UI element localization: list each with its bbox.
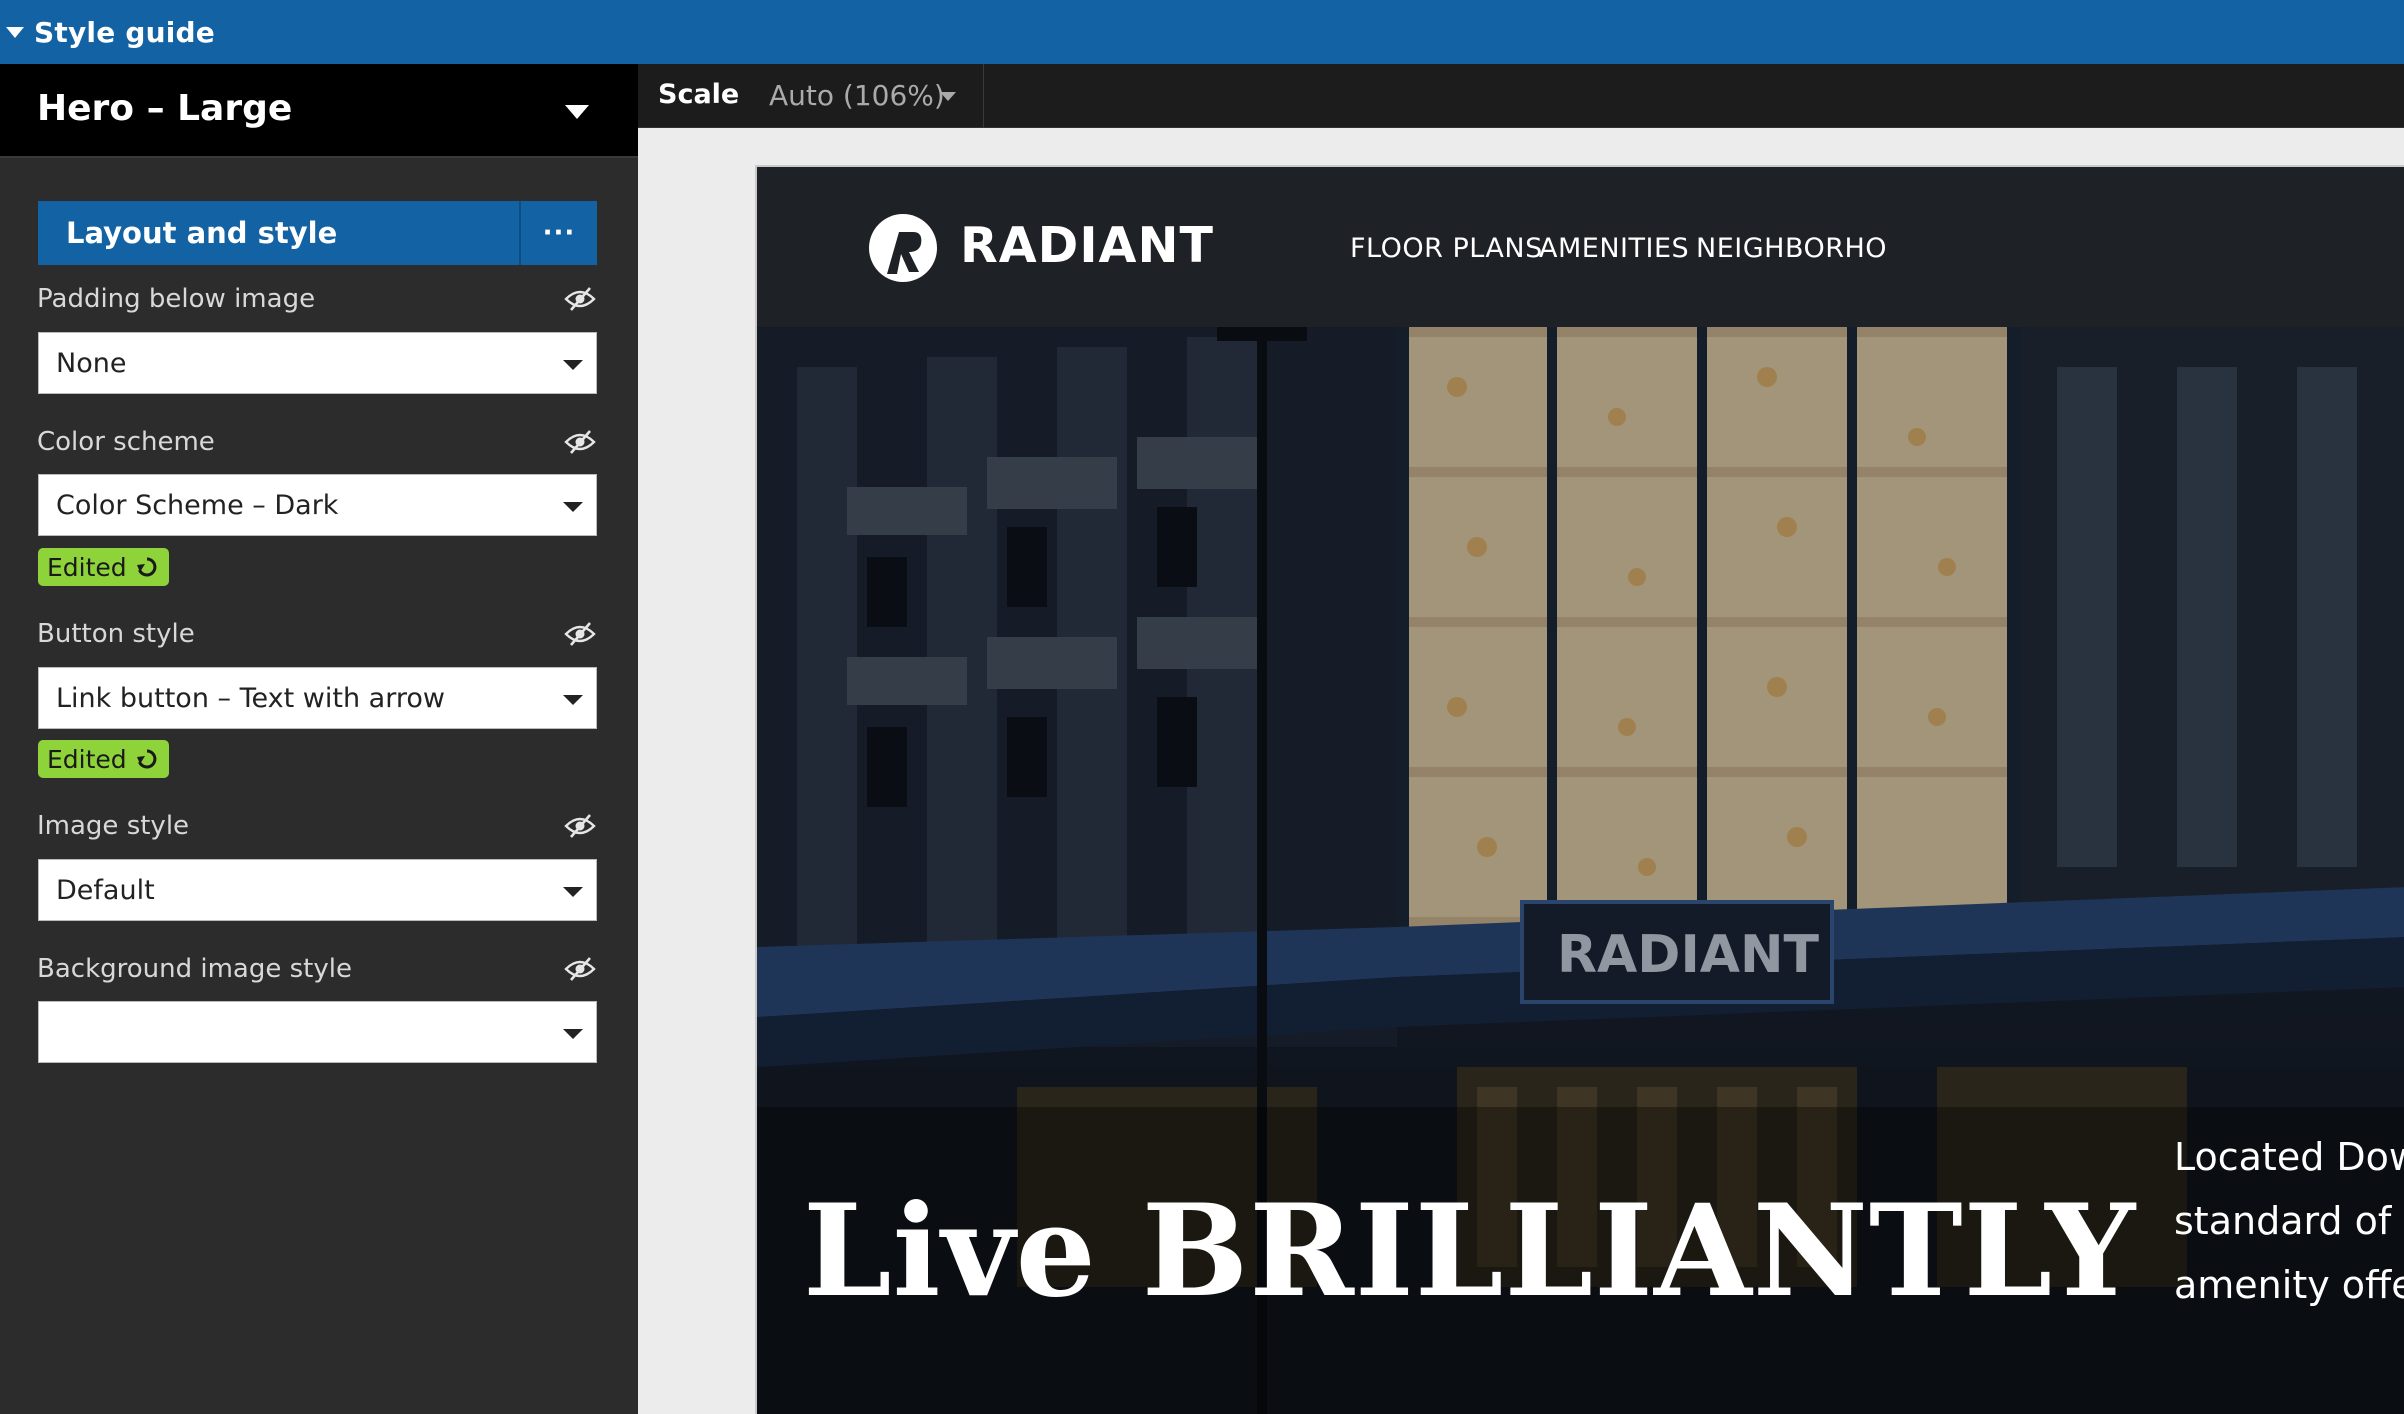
image-style-select[interactable]: Default bbox=[38, 859, 597, 921]
section-label: Layout and style bbox=[66, 216, 338, 250]
visibility-off-icon[interactable] bbox=[564, 956, 596, 982]
visibility-off-icon[interactable] bbox=[564, 813, 596, 839]
edited-badge[interactable]: Edited bbox=[38, 548, 169, 586]
background-image-style-label: Background image style bbox=[37, 954, 352, 984]
toolbar-divider bbox=[983, 64, 984, 128]
hero-description-line: amenity offe bbox=[2174, 1263, 2404, 1307]
padding-select[interactable]: None bbox=[38, 332, 597, 394]
scale-select[interactable]: Auto (106%) bbox=[769, 79, 945, 112]
hero-description-line: Located Dow bbox=[2174, 1135, 2404, 1179]
button-style-select[interactable]: Link button – Text with arrow bbox=[38, 667, 597, 729]
hero-title: Live BRILLIANTLY bbox=[803, 1177, 2137, 1325]
reset-icon[interactable] bbox=[135, 747, 159, 771]
layout-style-tab[interactable]: Layout and style ··· bbox=[38, 201, 597, 265]
visibility-off-icon[interactable] bbox=[564, 429, 596, 455]
color-scheme-value: Color Scheme – Dark bbox=[56, 490, 339, 521]
caret-down-icon bbox=[563, 502, 583, 512]
nav-amenities[interactable]: AMENITIES bbox=[1539, 233, 1689, 264]
caret-down-icon bbox=[563, 360, 583, 370]
settings-sidebar: Hero – Large Layout and style ··· Paddin… bbox=[0, 64, 638, 1414]
padding-value: None bbox=[56, 348, 127, 379]
app-title: Style guide bbox=[34, 15, 215, 49]
edited-label: Edited bbox=[47, 552, 127, 582]
nav-floor-plans[interactable]: FLOOR PLANS bbox=[1350, 233, 1543, 264]
visibility-off-icon[interactable] bbox=[564, 286, 596, 312]
edited-badge[interactable]: Edited bbox=[38, 740, 169, 778]
component-selector[interactable]: Hero – Large bbox=[0, 64, 638, 158]
preview-canvas: RADIANT FLOOR PLANS AMENITIES NEIGHBORHO bbox=[638, 128, 2404, 1414]
nav-neighborhood[interactable]: NEIGHBORHO bbox=[1696, 233, 1887, 264]
hero-section: RADIANT Live BRILLIANTLY Located Dow sta… bbox=[757, 327, 2404, 1414]
site-logo-text[interactable]: RADIANT bbox=[960, 217, 1214, 274]
style-guide-bar[interactable]: Style guide bbox=[0, 0, 2404, 64]
reset-icon[interactable] bbox=[135, 555, 159, 579]
visibility-off-icon[interactable] bbox=[564, 621, 596, 647]
scale-label: Scale bbox=[658, 79, 740, 110]
hero-description-line: standard of a bbox=[2174, 1199, 2404, 1243]
color-scheme-label: Color scheme bbox=[37, 427, 215, 457]
image-style-label: Image style bbox=[37, 811, 190, 841]
preview-frame: RADIANT FLOOR PLANS AMENITIES NEIGHBORHO bbox=[755, 165, 2404, 1414]
more-options-button[interactable]: ··· bbox=[521, 201, 597, 265]
caret-down-icon bbox=[563, 887, 583, 897]
image-style-value: Default bbox=[56, 875, 155, 906]
padding-label: Padding below image bbox=[37, 284, 316, 314]
button-style-label: Button style bbox=[37, 619, 195, 649]
component-name: Hero – Large bbox=[37, 88, 293, 129]
site-header: RADIANT FLOOR PLANS AMENITIES NEIGHBORHO bbox=[757, 167, 2404, 327]
chevron-down-icon[interactable] bbox=[565, 105, 589, 119]
radiant-logo-icon[interactable] bbox=[865, 210, 941, 286]
caret-down-icon[interactable] bbox=[940, 92, 956, 101]
edited-label: Edited bbox=[47, 744, 127, 774]
caret-down-icon bbox=[563, 695, 583, 705]
collapse-caret-icon[interactable] bbox=[6, 26, 24, 38]
button-style-value: Link button – Text with arrow bbox=[56, 683, 445, 714]
preview-toolbar: Scale Auto (106%) bbox=[638, 64, 2404, 128]
background-image-style-select[interactable] bbox=[38, 1001, 597, 1063]
caret-down-icon bbox=[563, 1029, 583, 1039]
color-scheme-select[interactable]: Color Scheme – Dark bbox=[38, 474, 597, 536]
